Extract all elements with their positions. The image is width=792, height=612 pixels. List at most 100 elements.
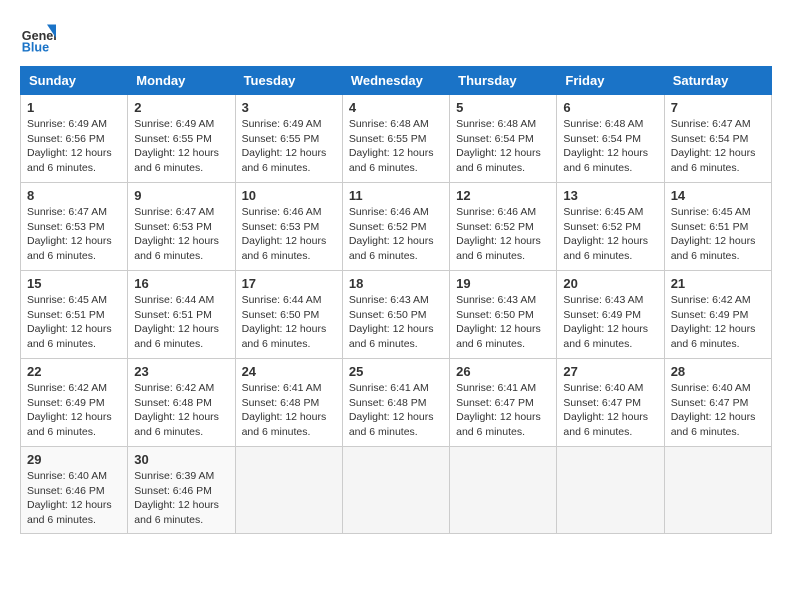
calendar-cell: 25 Sunrise: 6:41 AM Sunset: 6:48 PM Dayl… (342, 359, 449, 447)
day-number: 20 (563, 276, 657, 291)
daylight-label: Daylight: 12 hours and 6 minutes. (671, 235, 756, 262)
daylight-label: Daylight: 12 hours and 6 minutes. (242, 323, 327, 350)
day-number: 13 (563, 188, 657, 203)
header-tuesday: Tuesday (235, 67, 342, 95)
calendar-cell (450, 447, 557, 534)
sunset-label: Sunset: 6:50 PM (456, 309, 534, 321)
calendar-cell: 1 Sunrise: 6:49 AM Sunset: 6:56 PM Dayli… (21, 95, 128, 183)
daylight-label: Daylight: 12 hours and 6 minutes. (242, 235, 327, 262)
day-info: Sunrise: 6:39 AM Sunset: 6:46 PM Dayligh… (134, 469, 228, 528)
daylight-label: Daylight: 12 hours and 6 minutes. (563, 411, 648, 438)
calendar-cell (557, 447, 664, 534)
sunrise-label: Sunrise: 6:43 AM (349, 294, 429, 306)
sunset-label: Sunset: 6:49 PM (671, 309, 749, 321)
day-number: 16 (134, 276, 228, 291)
day-info: Sunrise: 6:48 AM Sunset: 6:55 PM Dayligh… (349, 117, 443, 176)
sunrise-label: Sunrise: 6:40 AM (27, 470, 107, 482)
calendar-cell: 24 Sunrise: 6:41 AM Sunset: 6:48 PM Dayl… (235, 359, 342, 447)
day-number: 14 (671, 188, 765, 203)
day-info: Sunrise: 6:42 AM Sunset: 6:49 PM Dayligh… (27, 381, 121, 440)
calendar-cell: 7 Sunrise: 6:47 AM Sunset: 6:54 PM Dayli… (664, 95, 771, 183)
sunrise-label: Sunrise: 6:41 AM (456, 382, 536, 394)
calendar-cell: 12 Sunrise: 6:46 AM Sunset: 6:52 PM Dayl… (450, 183, 557, 271)
sunrise-label: Sunrise: 6:40 AM (671, 382, 751, 394)
calendar-cell: 29 Sunrise: 6:40 AM Sunset: 6:46 PM Dayl… (21, 447, 128, 534)
sunset-label: Sunset: 6:52 PM (563, 221, 641, 233)
day-info: Sunrise: 6:42 AM Sunset: 6:49 PM Dayligh… (671, 293, 765, 352)
day-number: 27 (563, 364, 657, 379)
calendar-cell: 19 Sunrise: 6:43 AM Sunset: 6:50 PM Dayl… (450, 271, 557, 359)
sunrise-label: Sunrise: 6:49 AM (27, 118, 107, 130)
sunrise-label: Sunrise: 6:42 AM (27, 382, 107, 394)
calendar-cell: 23 Sunrise: 6:42 AM Sunset: 6:48 PM Dayl… (128, 359, 235, 447)
day-info: Sunrise: 6:43 AM Sunset: 6:49 PM Dayligh… (563, 293, 657, 352)
sunset-label: Sunset: 6:47 PM (671, 397, 749, 409)
sunrise-label: Sunrise: 6:49 AM (242, 118, 322, 130)
sunrise-label: Sunrise: 6:44 AM (242, 294, 322, 306)
day-info: Sunrise: 6:49 AM Sunset: 6:55 PM Dayligh… (134, 117, 228, 176)
sunrise-label: Sunrise: 6:48 AM (563, 118, 643, 130)
daylight-label: Daylight: 12 hours and 6 minutes. (27, 235, 112, 262)
calendar-cell (342, 447, 449, 534)
calendar-cell: 8 Sunrise: 6:47 AM Sunset: 6:53 PM Dayli… (21, 183, 128, 271)
day-number: 10 (242, 188, 336, 203)
day-info: Sunrise: 6:46 AM Sunset: 6:52 PM Dayligh… (349, 205, 443, 264)
calendar-cell: 17 Sunrise: 6:44 AM Sunset: 6:50 PM Dayl… (235, 271, 342, 359)
calendar-cell: 22 Sunrise: 6:42 AM Sunset: 6:49 PM Dayl… (21, 359, 128, 447)
sunset-label: Sunset: 6:55 PM (134, 133, 212, 145)
calendar-cell (235, 447, 342, 534)
day-number: 22 (27, 364, 121, 379)
calendar-cell: 26 Sunrise: 6:41 AM Sunset: 6:47 PM Dayl… (450, 359, 557, 447)
calendar-cell: 6 Sunrise: 6:48 AM Sunset: 6:54 PM Dayli… (557, 95, 664, 183)
sunset-label: Sunset: 6:54 PM (456, 133, 534, 145)
day-number: 12 (456, 188, 550, 203)
day-info: Sunrise: 6:40 AM Sunset: 6:47 PM Dayligh… (671, 381, 765, 440)
day-number: 2 (134, 100, 228, 115)
sunrise-label: Sunrise: 6:39 AM (134, 470, 214, 482)
page-header: General Blue (20, 20, 772, 56)
day-info: Sunrise: 6:40 AM Sunset: 6:46 PM Dayligh… (27, 469, 121, 528)
calendar-week-row: 8 Sunrise: 6:47 AM Sunset: 6:53 PM Dayli… (21, 183, 772, 271)
daylight-label: Daylight: 12 hours and 6 minutes. (134, 235, 219, 262)
header-wednesday: Wednesday (342, 67, 449, 95)
day-number: 19 (456, 276, 550, 291)
sunrise-label: Sunrise: 6:43 AM (456, 294, 536, 306)
day-number: 3 (242, 100, 336, 115)
sunset-label: Sunset: 6:46 PM (134, 485, 212, 497)
svg-text:Blue: Blue (22, 41, 49, 55)
header-saturday: Saturday (664, 67, 771, 95)
sunrise-label: Sunrise: 6:41 AM (349, 382, 429, 394)
sunrise-label: Sunrise: 6:47 AM (27, 206, 107, 218)
header-friday: Friday (557, 67, 664, 95)
sunrise-label: Sunrise: 6:47 AM (671, 118, 751, 130)
sunset-label: Sunset: 6:49 PM (27, 397, 105, 409)
day-info: Sunrise: 6:49 AM Sunset: 6:56 PM Dayligh… (27, 117, 121, 176)
daylight-label: Daylight: 12 hours and 6 minutes. (456, 323, 541, 350)
sunrise-label: Sunrise: 6:48 AM (456, 118, 536, 130)
daylight-label: Daylight: 12 hours and 6 minutes. (349, 147, 434, 174)
day-number: 15 (27, 276, 121, 291)
daylight-label: Daylight: 12 hours and 6 minutes. (349, 323, 434, 350)
day-info: Sunrise: 6:44 AM Sunset: 6:50 PM Dayligh… (242, 293, 336, 352)
day-info: Sunrise: 6:46 AM Sunset: 6:53 PM Dayligh… (242, 205, 336, 264)
weekday-header-row: Sunday Monday Tuesday Wednesday Thursday… (21, 67, 772, 95)
day-info: Sunrise: 6:47 AM Sunset: 6:53 PM Dayligh… (27, 205, 121, 264)
calendar-cell: 5 Sunrise: 6:48 AM Sunset: 6:54 PM Dayli… (450, 95, 557, 183)
daylight-label: Daylight: 12 hours and 6 minutes. (671, 323, 756, 350)
daylight-label: Daylight: 12 hours and 6 minutes. (134, 323, 219, 350)
sunrise-label: Sunrise: 6:46 AM (456, 206, 536, 218)
sunset-label: Sunset: 6:48 PM (242, 397, 320, 409)
calendar-cell: 18 Sunrise: 6:43 AM Sunset: 6:50 PM Dayl… (342, 271, 449, 359)
sunset-label: Sunset: 6:53 PM (242, 221, 320, 233)
day-number: 4 (349, 100, 443, 115)
day-info: Sunrise: 6:42 AM Sunset: 6:48 PM Dayligh… (134, 381, 228, 440)
day-info: Sunrise: 6:45 AM Sunset: 6:52 PM Dayligh… (563, 205, 657, 264)
calendar-week-row: 22 Sunrise: 6:42 AM Sunset: 6:49 PM Dayl… (21, 359, 772, 447)
day-info: Sunrise: 6:41 AM Sunset: 6:47 PM Dayligh… (456, 381, 550, 440)
sunset-label: Sunset: 6:46 PM (27, 485, 105, 497)
sunset-label: Sunset: 6:51 PM (134, 309, 212, 321)
sunset-label: Sunset: 6:56 PM (27, 133, 105, 145)
day-number: 17 (242, 276, 336, 291)
calendar-week-row: 29 Sunrise: 6:40 AM Sunset: 6:46 PM Dayl… (21, 447, 772, 534)
calendar-cell: 30 Sunrise: 6:39 AM Sunset: 6:46 PM Dayl… (128, 447, 235, 534)
